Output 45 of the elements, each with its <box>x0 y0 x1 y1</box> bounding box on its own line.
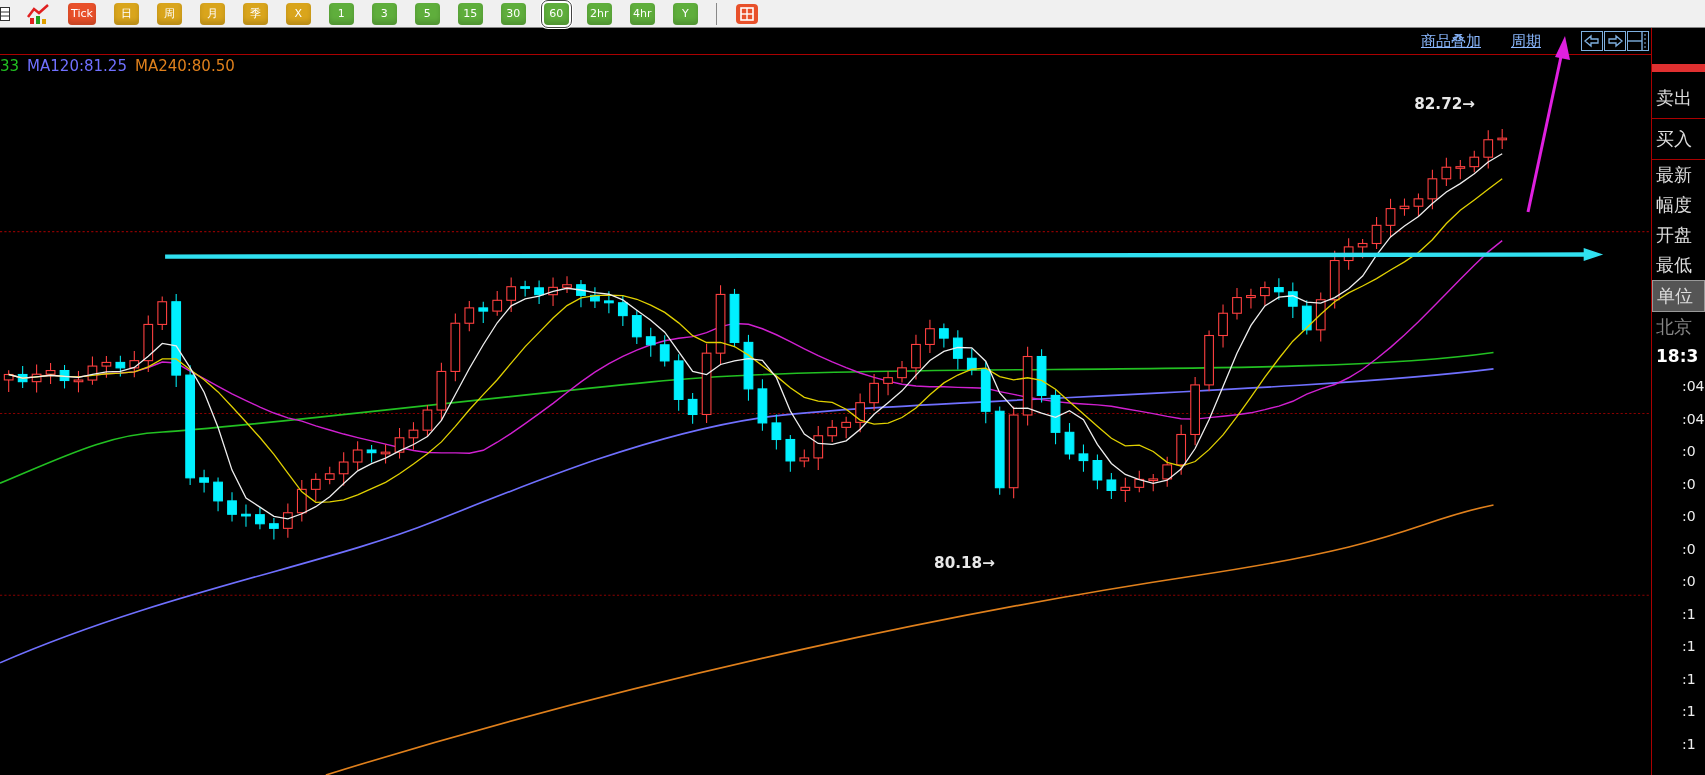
period-button[interactable]: 2hr <box>586 2 612 25</box>
quote-field-label[interactable]: 最低 <box>1652 250 1705 280</box>
period-button[interactable]: 月 <box>199 2 225 25</box>
period-button[interactable]: 4hr <box>629 2 655 25</box>
tick-time: :0 <box>1681 507 1697 526</box>
quote-field-label[interactable]: 买入 <box>1652 119 1705 160</box>
tick-time: :1 <box>1681 637 1697 656</box>
period-button[interactable]: 1 <box>328 2 354 25</box>
draw-tool-icon[interactable] <box>734 2 759 25</box>
period-button[interactable]: Tick <box>68 2 96 25</box>
panel-layout-icon[interactable] <box>1627 31 1649 51</box>
header-link[interactable]: 周期 <box>1511 31 1541 51</box>
tick-time: :1 <box>1681 734 1697 754</box>
quote-field-label[interactable]: 卖出 <box>1652 78 1705 119</box>
period-button[interactable]: 15 <box>457 2 483 25</box>
quote-field-label[interactable]: 幅度 <box>1652 190 1705 220</box>
period-button[interactable]: Y <box>672 2 698 25</box>
period-button[interactable]: 周 <box>156 2 182 25</box>
period-button[interactable]: 30 <box>500 2 526 25</box>
tick-time: :0 <box>1681 442 1697 461</box>
tick-time: :04 <box>1681 377 1705 396</box>
grid-icon[interactable] <box>0 4 10 23</box>
header-link[interactable]: 商品叠加 <box>1421 31 1481 51</box>
time-label: 18:3 <box>1655 345 1700 368</box>
period-button[interactable]: 3 <box>371 2 397 25</box>
tick-time: :1 <box>1681 702 1697 721</box>
period-button[interactable]: 季 <box>242 2 268 25</box>
period-button[interactable]: X <box>285 2 311 25</box>
period-button[interactable]: 日 <box>113 2 139 25</box>
quote-field-label[interactable]: 最新 <box>1652 160 1705 190</box>
tick-time: :1 <box>1681 669 1697 689</box>
high-price-label: 82.72→ <box>1414 94 1476 113</box>
indicator-strip <box>1652 64 1705 72</box>
moving-average-label: MA240:80.50 <box>134 57 235 75</box>
period-button[interactable]: 5 <box>414 2 440 25</box>
tick-time: :04 <box>1681 409 1705 429</box>
moving-average-label: 33 <box>0 57 20 75</box>
tick-time: :1 <box>1681 604 1697 624</box>
moving-average-label: MA120:81.25 <box>27 57 127 75</box>
quote-field-label[interactable]: 开盘 <box>1652 220 1705 250</box>
quote-field-label[interactable]: 单位 <box>1652 280 1705 312</box>
low-price-label: 80.18→ <box>934 554 995 573</box>
tick-time: :0 <box>1681 539 1697 559</box>
tick-time: :0 <box>1681 572 1697 591</box>
tick-time: :0 <box>1681 474 1697 494</box>
